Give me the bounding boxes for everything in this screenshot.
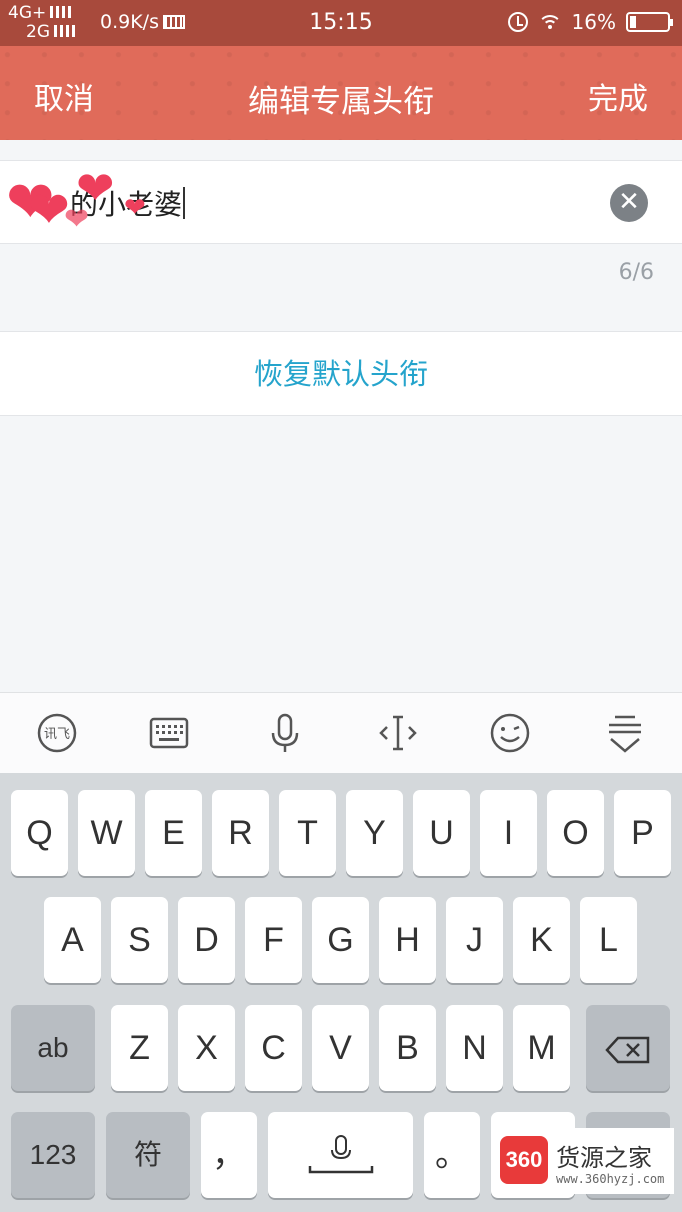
period-key[interactable]: 。	[424, 1112, 480, 1198]
key-p[interactable]: P	[614, 790, 671, 876]
xunfei-icon[interactable]: 讯飞	[35, 711, 79, 755]
key-u[interactable]: U	[413, 790, 470, 876]
key-n[interactable]: N	[446, 1005, 503, 1091]
key-f[interactable]: F	[245, 897, 302, 983]
key-t[interactable]: T	[279, 790, 336, 876]
key-j[interactable]: J	[446, 897, 503, 983]
watermark: 360 货源之家 www.360hyzj.com	[494, 1128, 674, 1194]
microphone-icon[interactable]	[263, 711, 307, 755]
status-right-group: 16%	[507, 10, 673, 34]
text-caret	[183, 187, 186, 219]
keyboard-toolbar: 讯飞	[0, 692, 682, 773]
emoji-icon[interactable]	[488, 711, 532, 755]
key-q[interactable]: Q	[11, 790, 68, 876]
key-o[interactable]: O	[547, 790, 604, 876]
key-w[interactable]: W	[78, 790, 135, 876]
key-z[interactable]: Z	[111, 1005, 168, 1091]
page-title: 编辑专属头衔	[248, 84, 434, 120]
key-y[interactable]: Y	[346, 790, 403, 876]
key-r[interactable]: R	[212, 790, 269, 876]
space-key[interactable]	[268, 1112, 413, 1198]
key-e[interactable]: E	[145, 790, 202, 876]
status-bar: 4G+ 2G 0.9K/s 15:15 16%	[0, 0, 682, 46]
key-x[interactable]: X	[178, 1005, 235, 1091]
watermark-name: 货源之家	[556, 1144, 652, 1172]
watermark-logo: 360	[500, 1136, 548, 1184]
key-m[interactable]: M	[513, 1005, 570, 1091]
comma-key[interactable]: ，	[201, 1112, 257, 1198]
watermark-url: www.360hyzj.com	[556, 1172, 665, 1186]
battery-percent: 16%	[571, 10, 616, 34]
symbols-key[interactable]: 符	[106, 1112, 190, 1198]
hearts-sticker-icon: ❤ ❤ ❤ ❤ ❤	[6, 161, 146, 239]
backspace-icon	[605, 1036, 650, 1064]
key-b[interactable]: B	[379, 1005, 436, 1091]
wifi-icon	[537, 13, 562, 31]
alarm-icon	[507, 12, 528, 32]
key-c[interactable]: C	[245, 1005, 302, 1091]
key-l[interactable]: L	[580, 897, 637, 983]
done-button[interactable]: 完成	[588, 74, 648, 118]
key-d[interactable]: D	[178, 897, 235, 983]
char-counter: 6/6	[618, 260, 654, 285]
key-a[interactable]: A	[44, 897, 101, 983]
backspace-key[interactable]	[586, 1005, 670, 1091]
shift-key[interactable]: ab	[11, 1005, 95, 1091]
space-mic-icon	[308, 1135, 373, 1174]
key-g[interactable]: G	[312, 897, 369, 983]
numbers-key[interactable]: 123	[11, 1112, 95, 1198]
key-h[interactable]: H	[379, 897, 436, 983]
keyboard-icon[interactable]	[147, 711, 191, 755]
battery-icon	[626, 12, 673, 32]
restore-default-title-button[interactable]: 恢复默认头衔	[0, 331, 682, 416]
svg-text:讯飞: 讯飞	[44, 727, 70, 742]
cursor-icon[interactable]	[376, 711, 420, 755]
key-k[interactable]: K	[513, 897, 570, 983]
hide-keyboard-icon[interactable]	[603, 711, 647, 755]
title-input-field[interactable]: 的小老婆 ❤ ❤ ❤ ❤ ❤	[0, 160, 682, 244]
clear-input-icon[interactable]: ✕	[610, 184, 648, 222]
key-i[interactable]: I	[480, 790, 537, 876]
key-v[interactable]: V	[312, 1005, 369, 1091]
battery-level	[630, 16, 636, 28]
nav-bar: 取消 编辑专属头衔 完成	[0, 46, 682, 140]
key-s[interactable]: S	[111, 897, 168, 983]
